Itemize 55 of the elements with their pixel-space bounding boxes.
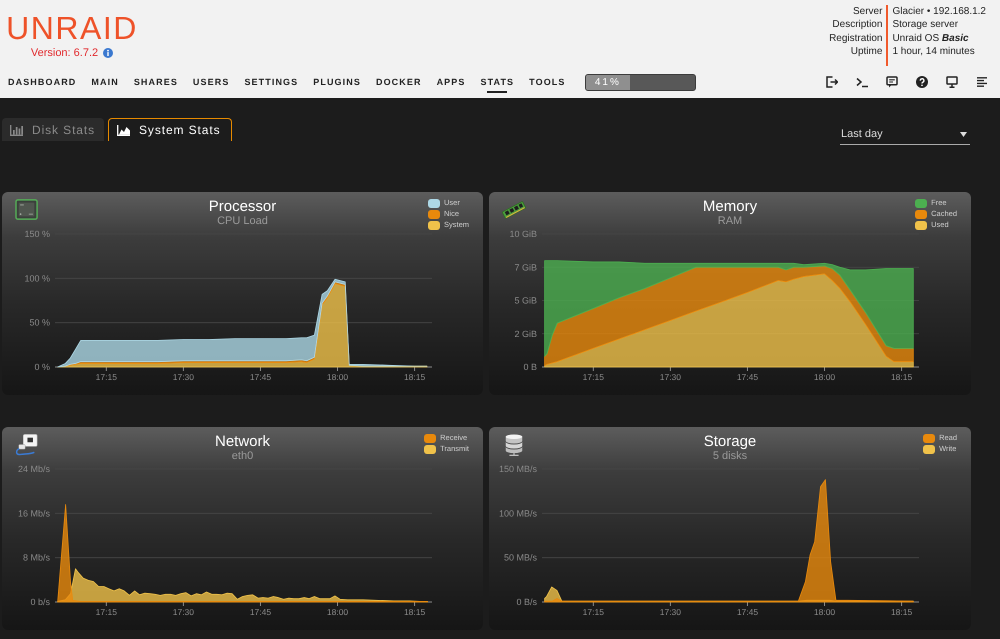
chart-subtitle: RAM [718,215,742,228]
x-axis-label: 18:00 [814,607,836,617]
x-axis-label: 18:00 [326,607,348,617]
y-axis-label: 100 % [24,273,50,284]
y-axis-label: 50 MB/s [504,552,537,563]
y-axis-label: 2 GiB [514,328,537,339]
chart-subtitle: eth0 [232,450,254,463]
y-axis-label: 150 % [24,229,50,239]
x-axis-label: 17:45 [736,607,758,617]
info-label: Description [832,18,882,32]
x-axis-label: 18:15 [890,607,912,617]
y-axis-label: 5 GiB [514,296,537,306]
x-axis-label: 17:15 [96,372,117,382]
x-axis-label: 17:30 [660,607,682,617]
y-axis-label: 0 B [523,362,537,372]
y-axis-label: 0 % [34,362,50,372]
version-text: Version: 6.7.2 [30,47,98,59]
x-axis-label: 18:00 [326,372,348,382]
x-axis-label: 18:00 [814,372,836,382]
chart-title: Processor [208,199,276,215]
y-axis-label: 16 Mb/s [18,508,50,518]
y-axis-label: 100 MB/s [498,508,537,518]
info-value: 1 hour, 14 minutes [892,44,975,58]
y-axis-label: 10 GiB [509,229,537,239]
y-axis-label: 50 % [29,318,50,328]
y-axis-label: 7 GiB [514,262,537,272]
y-axis-label: 0 b/s [30,597,50,607]
x-axis-label: 17:15 [582,607,604,617]
x-axis-label: 17:15 [582,372,604,382]
x-axis-label: 17:30 [660,372,682,382]
info-value: Glacier • 192.168.1.2 [892,5,986,18]
x-axis-label: 17:45 [736,372,758,382]
y-axis-label: 150 MB/s [498,464,537,474]
x-axis-label: 17:45 [250,372,272,382]
chart-title: Memory [702,199,758,215]
chart-title: Storage [704,434,756,450]
chart-subtitle: CPU Load [217,215,268,228]
x-axis-label: 18:15 [404,372,426,382]
y-axis-label: 0 B/s [516,597,537,607]
y-axis-label: 24 Mb/s [18,464,50,474]
info-label: Uptime [850,44,882,58]
chart-title: Network [214,434,270,450]
info-label: Server [852,5,882,18]
info-value: Storage server [892,18,958,32]
y-axis-label: 8 Mb/s [22,552,50,563]
x-axis-label: 17:15 [96,607,117,617]
info-label: Registration [829,32,882,45]
chart-subtitle: 5 disks [712,450,748,463]
x-axis-label: 17:30 [172,372,194,382]
x-axis-label: 18:15 [404,607,426,617]
x-axis-label: 17:45 [250,607,272,617]
info-value: Unraid OS Basic [892,32,969,45]
usage-reading: 41% [594,76,621,88]
x-axis-label: 18:15 [890,372,912,382]
x-axis-label: 17:30 [172,607,194,617]
